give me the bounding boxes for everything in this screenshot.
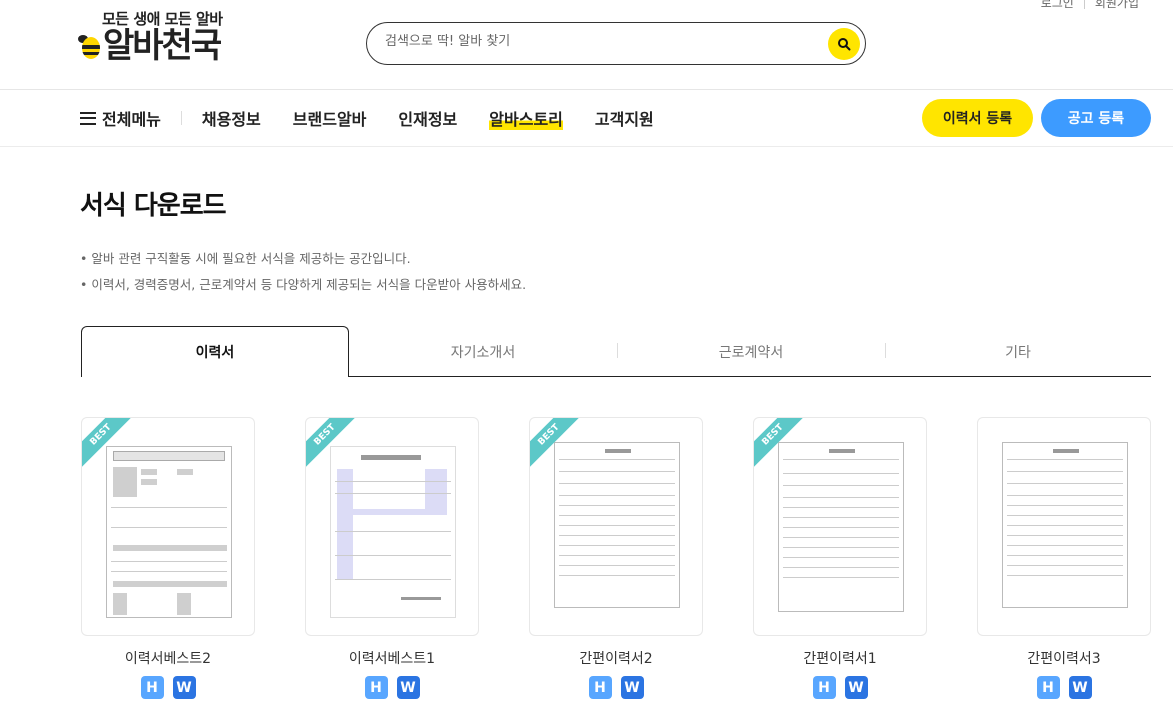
document-preview bbox=[554, 442, 680, 608]
tab-divider bbox=[885, 343, 886, 358]
form-thumbnail[interactable]: BEST bbox=[753, 417, 927, 636]
logo-brand: 알바천국 bbox=[78, 26, 223, 66]
document-preview bbox=[330, 446, 456, 618]
page-title: 서식 다운로드 bbox=[80, 191, 227, 221]
top-utility-links: 로그인 회원가입 bbox=[1041, 0, 1139, 11]
tab-divider bbox=[617, 343, 618, 358]
document-preview bbox=[778, 442, 904, 612]
hwp-download-icon[interactable]: H bbox=[140, 676, 164, 699]
word-download-icon[interactable]: W bbox=[844, 676, 868, 699]
all-menu-label: 전체메뉴 bbox=[102, 110, 161, 129]
nav-item-brand[interactable]: 브랜드알바 bbox=[293, 106, 367, 130]
nav-item-talent[interactable]: 인재정보 bbox=[398, 106, 457, 130]
format-buttons: H W bbox=[753, 676, 927, 699]
form-title[interactable]: 간편이력서2 bbox=[529, 648, 703, 668]
format-buttons: H W bbox=[305, 676, 479, 699]
description-line: • 알바 관련 구직활동 시에 필요한 서식을 제공하는 공간입니다. bbox=[80, 251, 411, 266]
word-download-icon[interactable]: W bbox=[1068, 676, 1092, 699]
form-card[interactable]: BEST 이력서베스트1 H W bbox=[305, 417, 479, 699]
divider bbox=[1083, 0, 1085, 9]
hwp-download-icon[interactable]: H bbox=[364, 676, 388, 699]
format-buttons: H W bbox=[81, 676, 255, 699]
form-title[interactable]: 간편이력서1 bbox=[753, 648, 927, 668]
document-preview bbox=[1002, 442, 1128, 608]
description-line: • 이력서, 경력증명서, 근로계약서 등 다양하게 제공되는 서식을 다운받아… bbox=[80, 277, 527, 292]
nav-item-story[interactable]: 알바스토리 bbox=[489, 106, 563, 130]
site-logo[interactable]: 모든 생애 모든 알바 알바천국 bbox=[78, 8, 223, 66]
hwp-download-icon[interactable]: H bbox=[588, 676, 612, 699]
word-download-icon[interactable]: W bbox=[620, 676, 644, 699]
form-thumbnail[interactable] bbox=[977, 417, 1151, 636]
tab-label: 근로계약서 bbox=[718, 344, 784, 361]
nav-item-jobs[interactable]: 채용정보 bbox=[202, 106, 261, 130]
form-title[interactable]: 이력서베스트2 bbox=[81, 648, 255, 668]
word-download-icon[interactable]: W bbox=[172, 676, 196, 699]
header-divider bbox=[0, 89, 1173, 90]
form-card[interactable]: BEST 간편이력서1 H W bbox=[753, 417, 927, 699]
form-thumbnail[interactable]: BEST bbox=[305, 417, 479, 636]
format-buttons: H W bbox=[977, 676, 1151, 699]
form-card[interactable]: BEST 이력서베스트2 H W bbox=[81, 417, 255, 699]
all-menu-button[interactable]: 전체메뉴 bbox=[80, 106, 161, 130]
tab-label: 이력서 bbox=[195, 345, 235, 361]
search-input[interactable] bbox=[385, 34, 805, 49]
signup-link[interactable]: 회원가입 bbox=[1095, 0, 1139, 11]
nav-divider-line bbox=[0, 146, 1173, 147]
word-download-icon[interactable]: W bbox=[396, 676, 420, 699]
page-description: • 알바 관련 구직활동 시에 필요한 서식을 제공하는 공간입니다. • 이력… bbox=[80, 246, 526, 298]
form-title[interactable]: 이력서베스트1 bbox=[305, 648, 479, 668]
hwp-download-icon[interactable]: H bbox=[1036, 676, 1060, 699]
hamburger-icon bbox=[80, 111, 96, 125]
tab-cover-letter[interactable]: 자기소개서 bbox=[349, 326, 617, 377]
form-thumbnail[interactable]: BEST bbox=[81, 417, 255, 636]
search-bar bbox=[366, 22, 866, 65]
form-title[interactable]: 간편이력서3 bbox=[977, 648, 1151, 668]
tab-label: 기타 bbox=[1005, 344, 1031, 361]
tab-label: 자기소개서 bbox=[450, 344, 516, 361]
main-nav: 전체메뉴 채용정보 브랜드알바 인재정보 알바스토리 고객지원 bbox=[80, 106, 686, 130]
bee-icon bbox=[78, 33, 102, 59]
document-preview bbox=[106, 446, 232, 618]
category-tabs: 이력서 자기소개서 근로계약서 기타 bbox=[81, 326, 1151, 377]
hwp-download-icon[interactable]: H bbox=[812, 676, 836, 699]
search-button[interactable] bbox=[828, 28, 860, 60]
nav-divider bbox=[180, 111, 182, 125]
login-link[interactable]: 로그인 bbox=[1041, 0, 1074, 11]
nav-item-support[interactable]: 고객지원 bbox=[595, 106, 654, 130]
search-icon bbox=[838, 38, 851, 51]
form-card[interactable]: 간편이력서3 H W bbox=[977, 417, 1151, 699]
form-thumbnail[interactable]: BEST bbox=[529, 417, 703, 636]
format-buttons: H W bbox=[529, 676, 703, 699]
tab-labor-contract[interactable]: 근로계약서 bbox=[617, 326, 885, 377]
tab-resume[interactable]: 이력서 bbox=[81, 326, 349, 377]
register-post-button[interactable]: 공고 등록 bbox=[1041, 99, 1151, 137]
brand-name: 알바천국 bbox=[103, 26, 222, 66]
tab-etc[interactable]: 기타 bbox=[885, 326, 1151, 377]
register-resume-button[interactable]: 이력서 등록 bbox=[922, 99, 1033, 137]
form-card[interactable]: BEST 간편이력서2 H W bbox=[529, 417, 703, 699]
